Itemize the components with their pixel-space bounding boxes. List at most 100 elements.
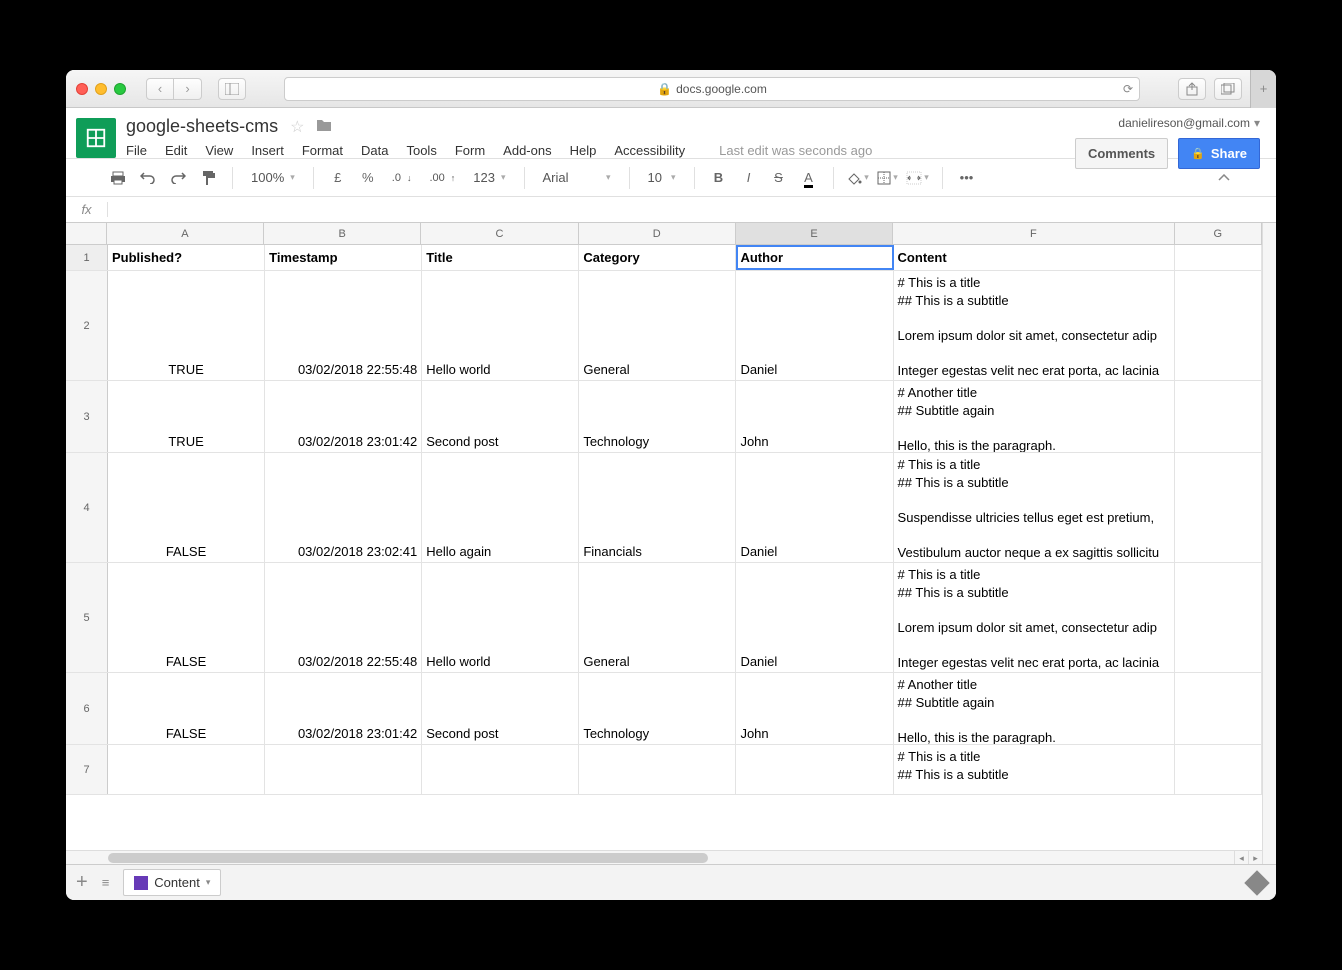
- explore-button[interactable]: [1244, 870, 1269, 895]
- minimize-window-button[interactable]: [95, 83, 107, 95]
- cell[interactable]: Daniel: [736, 453, 893, 562]
- number-format-select[interactable]: 123▾: [467, 170, 511, 185]
- cell[interactable]: 03/02/2018 23:02:41: [265, 453, 422, 562]
- column-header-B[interactable]: B: [264, 223, 421, 244]
- decrease-decimal-button[interactable]: .0↓: [386, 172, 418, 184]
- menu-format[interactable]: Format: [302, 143, 343, 158]
- cell[interactable]: # This is a title ## This is a subtitle …: [894, 563, 1175, 672]
- formula-bar[interactable]: fx: [66, 197, 1276, 223]
- column-header-G[interactable]: G: [1175, 223, 1262, 244]
- text-color-button[interactable]: A: [797, 166, 821, 190]
- cell[interactable]: 03/02/2018 22:55:48: [265, 563, 422, 672]
- cell[interactable]: [1175, 745, 1262, 794]
- menu-data[interactable]: Data: [361, 143, 388, 158]
- cell[interactable]: Timestamp: [265, 245, 422, 270]
- cell[interactable]: [736, 745, 893, 794]
- menu-add-ons[interactable]: Add-ons: [503, 143, 551, 158]
- increase-decimal-button[interactable]: .00↑: [423, 172, 461, 184]
- chevron-down-icon[interactable]: ▾: [206, 877, 211, 888]
- cell[interactable]: 03/02/2018 23:01:42: [265, 673, 422, 744]
- cell[interactable]: John: [736, 381, 893, 452]
- close-window-button[interactable]: [76, 83, 88, 95]
- back-button[interactable]: ‹: [146, 78, 174, 100]
- currency-format-button[interactable]: £: [326, 166, 350, 190]
- percent-format-button[interactable]: %: [356, 166, 380, 190]
- document-title[interactable]: google-sheets-cms: [126, 116, 278, 137]
- menu-form[interactable]: Form: [455, 143, 485, 158]
- row-header[interactable]: 6: [66, 673, 108, 744]
- menu-tools[interactable]: Tools: [406, 143, 436, 158]
- cell[interactable]: [265, 745, 422, 794]
- vertical-scrollbar[interactable]: [1262, 223, 1276, 864]
- paint-format-icon[interactable]: [196, 166, 220, 190]
- comments-button[interactable]: Comments: [1075, 138, 1168, 169]
- borders-button[interactable]: ▾: [876, 166, 900, 190]
- star-icon[interactable]: ☆: [290, 117, 304, 137]
- menu-view[interactable]: View: [205, 143, 233, 158]
- cell[interactable]: [1175, 245, 1262, 270]
- cell[interactable]: # Another title ## Subtitle again Hello,…: [894, 381, 1175, 452]
- sheets-logo-icon[interactable]: [76, 118, 116, 158]
- cell[interactable]: # This is a title ## This is a subtitle …: [894, 453, 1175, 562]
- refresh-icon[interactable]: ⟳: [1123, 82, 1133, 96]
- strikethrough-button[interactable]: S: [767, 166, 791, 190]
- scrollbar-thumb[interactable]: [108, 853, 708, 863]
- cell[interactable]: Technology: [579, 381, 736, 452]
- cell[interactable]: [1175, 381, 1262, 452]
- merge-cells-button[interactable]: ▾: [906, 166, 930, 190]
- tabs-icon[interactable]: [1214, 78, 1242, 100]
- bold-button[interactable]: B: [707, 166, 731, 190]
- column-header-D[interactable]: D: [579, 223, 736, 244]
- cell[interactable]: Title: [422, 245, 579, 270]
- cell[interactable]: Hello world: [422, 563, 579, 672]
- cell[interactable]: # Another title ## Subtitle again Hello,…: [894, 673, 1175, 744]
- horizontal-scrollbar[interactable]: ◂ ▸: [66, 850, 1262, 864]
- grid-body[interactable]: 1 Published? Timestamp Title Category Au…: [66, 245, 1262, 850]
- cell[interactable]: Daniel: [736, 563, 893, 672]
- cell[interactable]: # This is a title ## This is a subtitle …: [894, 271, 1175, 380]
- forward-button[interactable]: ›: [174, 78, 202, 100]
- fullscreen-window-button[interactable]: [114, 83, 126, 95]
- more-tools-button[interactable]: •••: [955, 166, 979, 190]
- cell[interactable]: [1175, 271, 1262, 380]
- cell[interactable]: Second post: [422, 673, 579, 744]
- row-header[interactable]: 5: [66, 563, 108, 672]
- column-header-C[interactable]: C: [421, 223, 578, 244]
- cell[interactable]: 03/02/2018 22:55:48: [265, 271, 422, 380]
- cell[interactable]: [579, 745, 736, 794]
- cell[interactable]: 03/02/2018 23:01:42: [265, 381, 422, 452]
- address-bar[interactable]: 🔒 docs.google.com ⟳: [284, 77, 1140, 101]
- cell[interactable]: General: [579, 563, 736, 672]
- cell[interactable]: Published?: [108, 245, 265, 270]
- zoom-select[interactable]: 100%▾: [245, 170, 301, 185]
- row-header[interactable]: 3: [66, 381, 108, 452]
- cell[interactable]: Daniel: [736, 271, 893, 380]
- cell[interactable]: Financials: [579, 453, 736, 562]
- undo-icon[interactable]: [136, 166, 160, 190]
- redo-icon[interactable]: [166, 166, 190, 190]
- cell[interactable]: Content: [894, 245, 1175, 270]
- column-header-F[interactable]: F: [893, 223, 1175, 244]
- menu-accessibility[interactable]: Accessibility: [614, 143, 685, 158]
- cell[interactable]: TRUE: [108, 381, 265, 452]
- folder-icon[interactable]: [316, 118, 332, 135]
- sheet-tab[interactable]: Content ▾: [123, 869, 221, 896]
- row-header[interactable]: 4: [66, 453, 108, 562]
- cell[interactable]: TRUE: [108, 271, 265, 380]
- cell[interactable]: Technology: [579, 673, 736, 744]
- cell[interactable]: FALSE: [108, 563, 265, 672]
- print-icon[interactable]: [106, 166, 130, 190]
- cell[interactable]: [1175, 453, 1262, 562]
- fill-color-button[interactable]: ▾: [846, 166, 870, 190]
- row-header[interactable]: 1: [66, 245, 108, 270]
- scroll-right-icon[interactable]: ▸: [1248, 851, 1262, 864]
- font-size-select[interactable]: 10▾: [642, 170, 682, 185]
- scroll-left-icon[interactable]: ◂: [1234, 851, 1248, 864]
- cell[interactable]: [1175, 673, 1262, 744]
- column-header-E[interactable]: E: [736, 223, 893, 244]
- cell-selected[interactable]: Author: [736, 245, 893, 270]
- cell[interactable]: John: [736, 673, 893, 744]
- cell[interactable]: Hello world: [422, 271, 579, 380]
- user-email[interactable]: danielireson@gmail.com▾: [1075, 116, 1260, 130]
- cell[interactable]: General: [579, 271, 736, 380]
